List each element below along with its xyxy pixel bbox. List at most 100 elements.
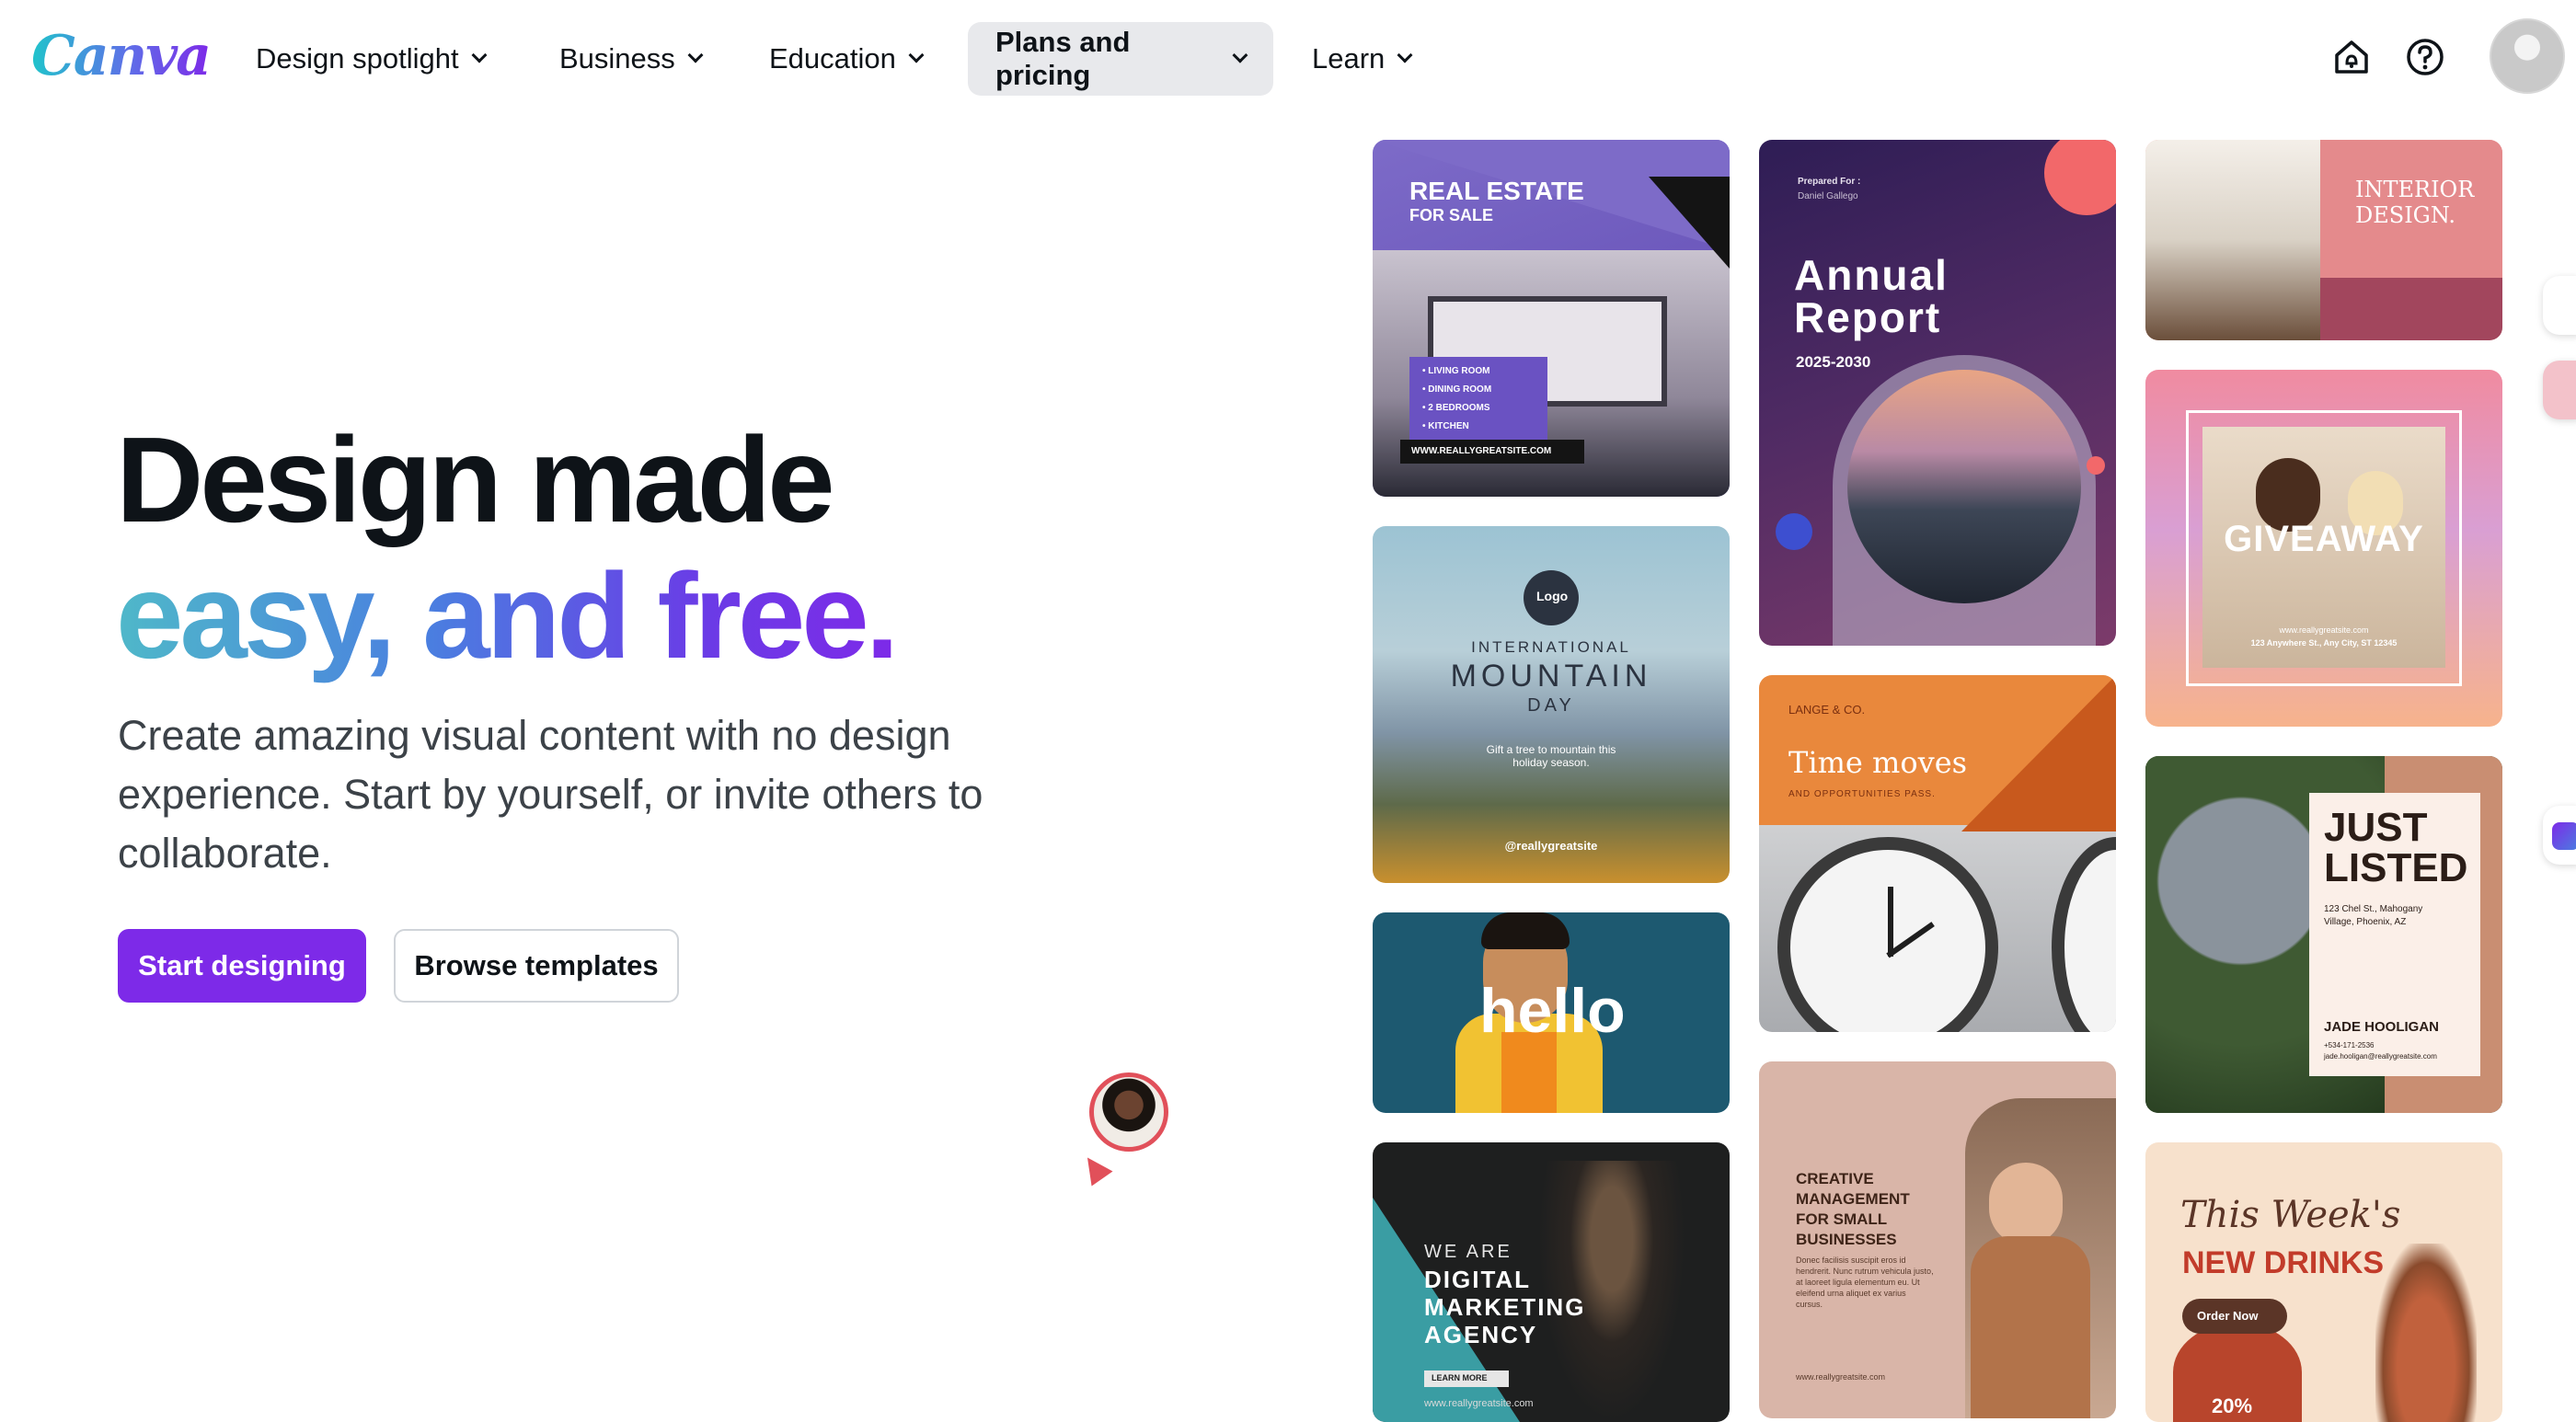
nav-label: Business bbox=[559, 42, 675, 75]
woman-coat bbox=[1971, 1236, 2090, 1418]
dark-orange-triangle bbox=[1961, 675, 2116, 831]
agency-line2: DIGITAL bbox=[1424, 1266, 1532, 1293]
help-icon[interactable] bbox=[2405, 37, 2445, 77]
creative-url: www.reallygreatsite.com bbox=[1796, 1372, 1886, 1382]
drinks-cta: Order Now bbox=[2197, 1309, 2259, 1323]
template-time-moves[interactable]: LANGE & CO. Time moves AND OPPORTUNITIES… bbox=[1759, 675, 2116, 1032]
logo-circle: Logo bbox=[1524, 570, 1579, 625]
bullet: • KITCHEN bbox=[1422, 421, 1469, 431]
template-interior-design[interactable]: INTERIOR DESIGN. bbox=[2145, 140, 2502, 340]
time-moves-subtitle: AND OPPORTUNITIES PASS. bbox=[1788, 789, 1936, 799]
hero-subtitle: Create amazing visual content with no de… bbox=[118, 712, 983, 877]
prepared-for: Prepared For : bbox=[1798, 177, 1861, 187]
top-navigation: Canva Design spotlight Business Educatio… bbox=[0, 0, 2576, 118]
drink-photo bbox=[2375, 1244, 2477, 1422]
template-creative-management[interactable]: CREATIVE MANAGEMENT FOR SMALL BUSINESSES… bbox=[1759, 1061, 2116, 1418]
hero-heading-line1: Design made bbox=[116, 412, 835, 547]
just-listed-email: jade.hooligan@reallygreatsite.com bbox=[2324, 1052, 2437, 1061]
canva-logo[interactable]: Canva bbox=[31, 24, 212, 88]
nav-education[interactable]: Education bbox=[742, 22, 949, 96]
mountain-line3: DAY bbox=[1527, 695, 1575, 716]
agency-cta: LEARN MORE bbox=[1432, 1373, 1488, 1382]
interior-photo bbox=[2145, 140, 2320, 340]
template-digital-marketing[interactable]: WE ARE DIGITAL MARKETING AGENCY LEARN MO… bbox=[1373, 1142, 1730, 1422]
nav-label: Plans and pricing bbox=[995, 26, 1131, 91]
clock-hand bbox=[1886, 922, 1935, 958]
just-listed-phone: +534-171-2536 bbox=[2324, 1041, 2375, 1049]
logo-text: Logo bbox=[1536, 589, 1569, 603]
time-moves-title: Time moves bbox=[1788, 745, 1968, 780]
real-estate-title: REAL ESTATE bbox=[1409, 177, 1584, 205]
person-hair bbox=[1481, 912, 1570, 949]
mountain-line1: INTERNATIONAL bbox=[1471, 638, 1631, 656]
creative-line2: MANAGEMENT bbox=[1796, 1190, 1910, 1208]
annual-report-years: 2025-2030 bbox=[1796, 353, 1871, 371]
chevron-down-icon bbox=[1397, 47, 1413, 63]
side-widget-avatar-icon[interactable] bbox=[2543, 361, 2576, 419]
creative-line3: FOR SMALL bbox=[1796, 1210, 1888, 1228]
mountain-tagline: Gift a tree to mountain this holiday sea… bbox=[1486, 743, 1616, 769]
just-listed-title1: JUST bbox=[2324, 805, 2428, 850]
agency-line4: AGENCY bbox=[1424, 1321, 1538, 1348]
nav-design-spotlight[interactable]: Design spotlight bbox=[228, 22, 512, 96]
browse-templates-button[interactable]: Browse templates bbox=[394, 929, 679, 1003]
template-hello[interactable]: hello bbox=[1373, 912, 1730, 1113]
mountain-line2: MOUNTAIN bbox=[1450, 659, 1652, 694]
plum-panel bbox=[2320, 278, 2502, 340]
url-bar: WWW.REALLYGREATSITE.COM bbox=[1400, 440, 1584, 464]
bullet: • LIVING ROOM bbox=[1422, 366, 1490, 376]
template-annual-report[interactable]: Prepared For : Daniel Gallego Annual Rep… bbox=[1759, 140, 2116, 646]
bullet: • DINING ROOM bbox=[1422, 384, 1492, 395]
template-new-drinks[interactable]: This Week's NEW DRINKS Order Now 20% bbox=[2145, 1142, 2502, 1422]
nav-label: Learn bbox=[1312, 42, 1386, 75]
pink-circle bbox=[2044, 140, 2116, 215]
hello-text: hello bbox=[1479, 976, 1626, 1046]
user-avatar[interactable] bbox=[2490, 18, 2565, 94]
app-icon bbox=[2552, 822, 2576, 850]
learn-more-button: LEARN MORE bbox=[1424, 1370, 1509, 1387]
chevron-down-icon bbox=[687, 47, 704, 63]
nav-business[interactable]: Business bbox=[532, 22, 729, 96]
start-designing-button[interactable]: Start designing bbox=[118, 929, 366, 1003]
clock-face-left bbox=[1777, 837, 1998, 1032]
pink-dot bbox=[2087, 456, 2105, 475]
agency-line1: WE ARE bbox=[1424, 1242, 1512, 1262]
giveaway-address: 123 Anywhere St., Any City, ST 12345 bbox=[2250, 638, 2398, 648]
clock-face-right bbox=[2052, 837, 2116, 1032]
man-photo bbox=[1538, 1161, 1685, 1422]
drinks-badge: 20% bbox=[2212, 1394, 2253, 1417]
template-mountain-day[interactable]: Logo INTERNATIONAL MOUNTAIN DAY Gift a t… bbox=[1373, 526, 1730, 883]
nav-learn[interactable]: Learn bbox=[1284, 22, 1438, 96]
mountain-handle: @reallygreatsite bbox=[1504, 839, 1598, 853]
clock-hand bbox=[1888, 887, 1893, 957]
interior-title1: INTERIOR bbox=[2355, 177, 2475, 202]
woman-head bbox=[1989, 1163, 2063, 1245]
nav-plans-and-pricing[interactable]: Plans and pricing bbox=[968, 22, 1273, 96]
real-estate-url: WWW.REALLYGREATSITE.COM bbox=[1411, 446, 1552, 456]
home-notification-icon[interactable] bbox=[2331, 37, 2372, 77]
template-real-estate[interactable]: REAL ESTATE FOR SALE • LIVING ROOM • DIN… bbox=[1373, 140, 1730, 497]
collaborator-cursor-arrow-icon bbox=[1076, 1150, 1113, 1187]
city-photo bbox=[1847, 370, 2081, 603]
just-listed-agent: JADE HOOLIGAN bbox=[2324, 1019, 2440, 1035]
collaborator-cursor-avatar bbox=[1089, 1072, 1168, 1152]
prepared-name: Daniel Gallego bbox=[1798, 191, 1858, 201]
giveaway-title: GIVEAWAY bbox=[2224, 519, 2424, 559]
template-giveaway[interactable]: GIVEAWAY www.reallygreatsite.com 123 Any… bbox=[2145, 370, 2502, 727]
agency-line3: MARKETING bbox=[1424, 1293, 1586, 1321]
giveaway-url: www.reallygreatsite.com bbox=[2279, 625, 2369, 635]
bullet: • 2 BEDROOMS bbox=[1422, 403, 1490, 413]
bullet-panel: • LIVING ROOM • DINING ROOM • 2 BEDROOMS… bbox=[1409, 357, 1547, 453]
creative-line1: CREATIVE bbox=[1796, 1170, 1874, 1187]
side-widget-grid-icon[interactable] bbox=[2543, 276, 2576, 335]
interior-title2: DESIGN. bbox=[2355, 202, 2455, 228]
template-just-listed[interactable]: JUST LISTED 123 Chel St., Mahogany Villa… bbox=[2145, 756, 2502, 1113]
nav-label: Education bbox=[769, 42, 896, 75]
side-widget-app-icon[interactable] bbox=[2543, 806, 2576, 865]
drinks-line2: NEW DRINKS bbox=[2182, 1245, 2385, 1280]
chevron-down-icon bbox=[908, 47, 925, 63]
just-listed-address: 123 Chel St., Mahogany Village, Phoenix,… bbox=[2324, 904, 2423, 927]
just-listed-title2: LISTED bbox=[2324, 845, 2468, 890]
annual-report-title2: Report bbox=[1794, 293, 1942, 341]
real-estate-subtitle: FOR SALE bbox=[1409, 206, 1494, 224]
